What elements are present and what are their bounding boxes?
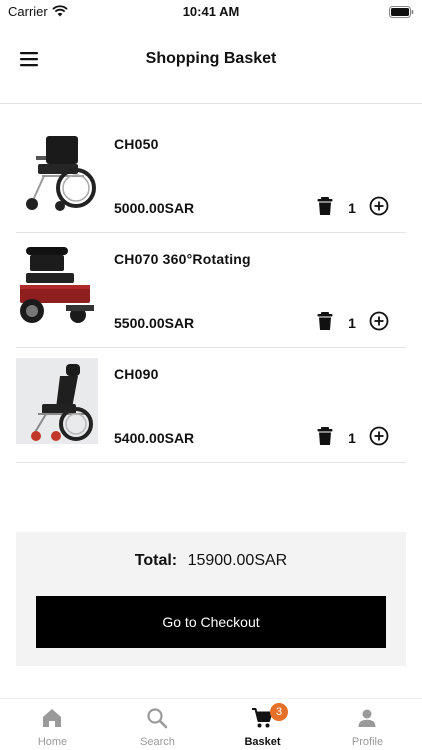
trash-icon[interactable]	[316, 311, 334, 331]
quantity-value: 1	[348, 315, 356, 331]
trash-icon[interactable]	[316, 196, 334, 216]
tab-home[interactable]: Home	[0, 699, 105, 750]
trash-icon[interactable]	[316, 426, 334, 446]
basket-item: CH090 5400.00SAR 1	[16, 348, 406, 463]
battery-icon	[389, 5, 414, 23]
tab-label: Basket	[244, 736, 281, 748]
status-bar: Carrier 10:41 AM	[0, 0, 422, 24]
product-price: 5000.00SAR	[114, 200, 195, 216]
product-image-ch090[interactable]	[16, 358, 98, 444]
tab-label: Home	[37, 736, 68, 748]
quantity-value: 1	[348, 430, 356, 446]
home-icon	[41, 707, 63, 729]
clock: 10:41 AM	[182, 4, 240, 19]
basket-item: CH050 5000.00SAR 1	[16, 118, 406, 233]
tab-basket[interactable]: 3 Basket	[210, 699, 315, 750]
profile-icon	[356, 707, 378, 729]
checkout-button[interactable]: Go to Checkout	[36, 596, 386, 648]
header-divider	[0, 103, 422, 104]
tab-search[interactable]: Search	[105, 699, 210, 750]
product-price: 5400.00SAR	[114, 430, 195, 446]
add-circle-icon[interactable]	[369, 196, 389, 216]
product-image-ch050[interactable]	[16, 128, 98, 214]
navigation-bar: Shopping Basket	[0, 36, 422, 82]
basket-item: CH070 360°Rotating 5500.00SAR 1	[16, 233, 406, 348]
total-label: Total:	[134, 552, 178, 569]
tab-profile[interactable]: Profile	[315, 699, 420, 750]
cart-count-badge: 3	[270, 703, 288, 721]
product-image-ch070[interactable]	[16, 243, 98, 329]
total-row: Total: 15900.00SAR	[16, 552, 406, 570]
add-circle-icon[interactable]	[369, 311, 389, 331]
product-name: CH070 360°Rotating	[114, 251, 251, 267]
tab-label: Search	[140, 736, 175, 748]
product-name: CH050	[114, 136, 159, 152]
basket-list: CH050 5000.00SAR 1 CH070 360°Rotating 55…	[16, 118, 406, 463]
page-title: Shopping Basket	[145, 50, 277, 67]
product-price: 5500.00SAR	[114, 315, 195, 331]
product-name: CH090	[114, 366, 159, 382]
order-summary: Total: 15900.00SAR Go to Checkout	[16, 532, 406, 666]
quantity-value: 1	[348, 200, 356, 216]
tab-bar: Home Search 3 Basket Profile	[0, 698, 422, 750]
search-icon	[146, 707, 168, 729]
total-value: 15900.00SAR	[187, 552, 288, 569]
tab-label: Profile	[351, 736, 384, 748]
add-circle-icon[interactable]	[369, 426, 389, 446]
